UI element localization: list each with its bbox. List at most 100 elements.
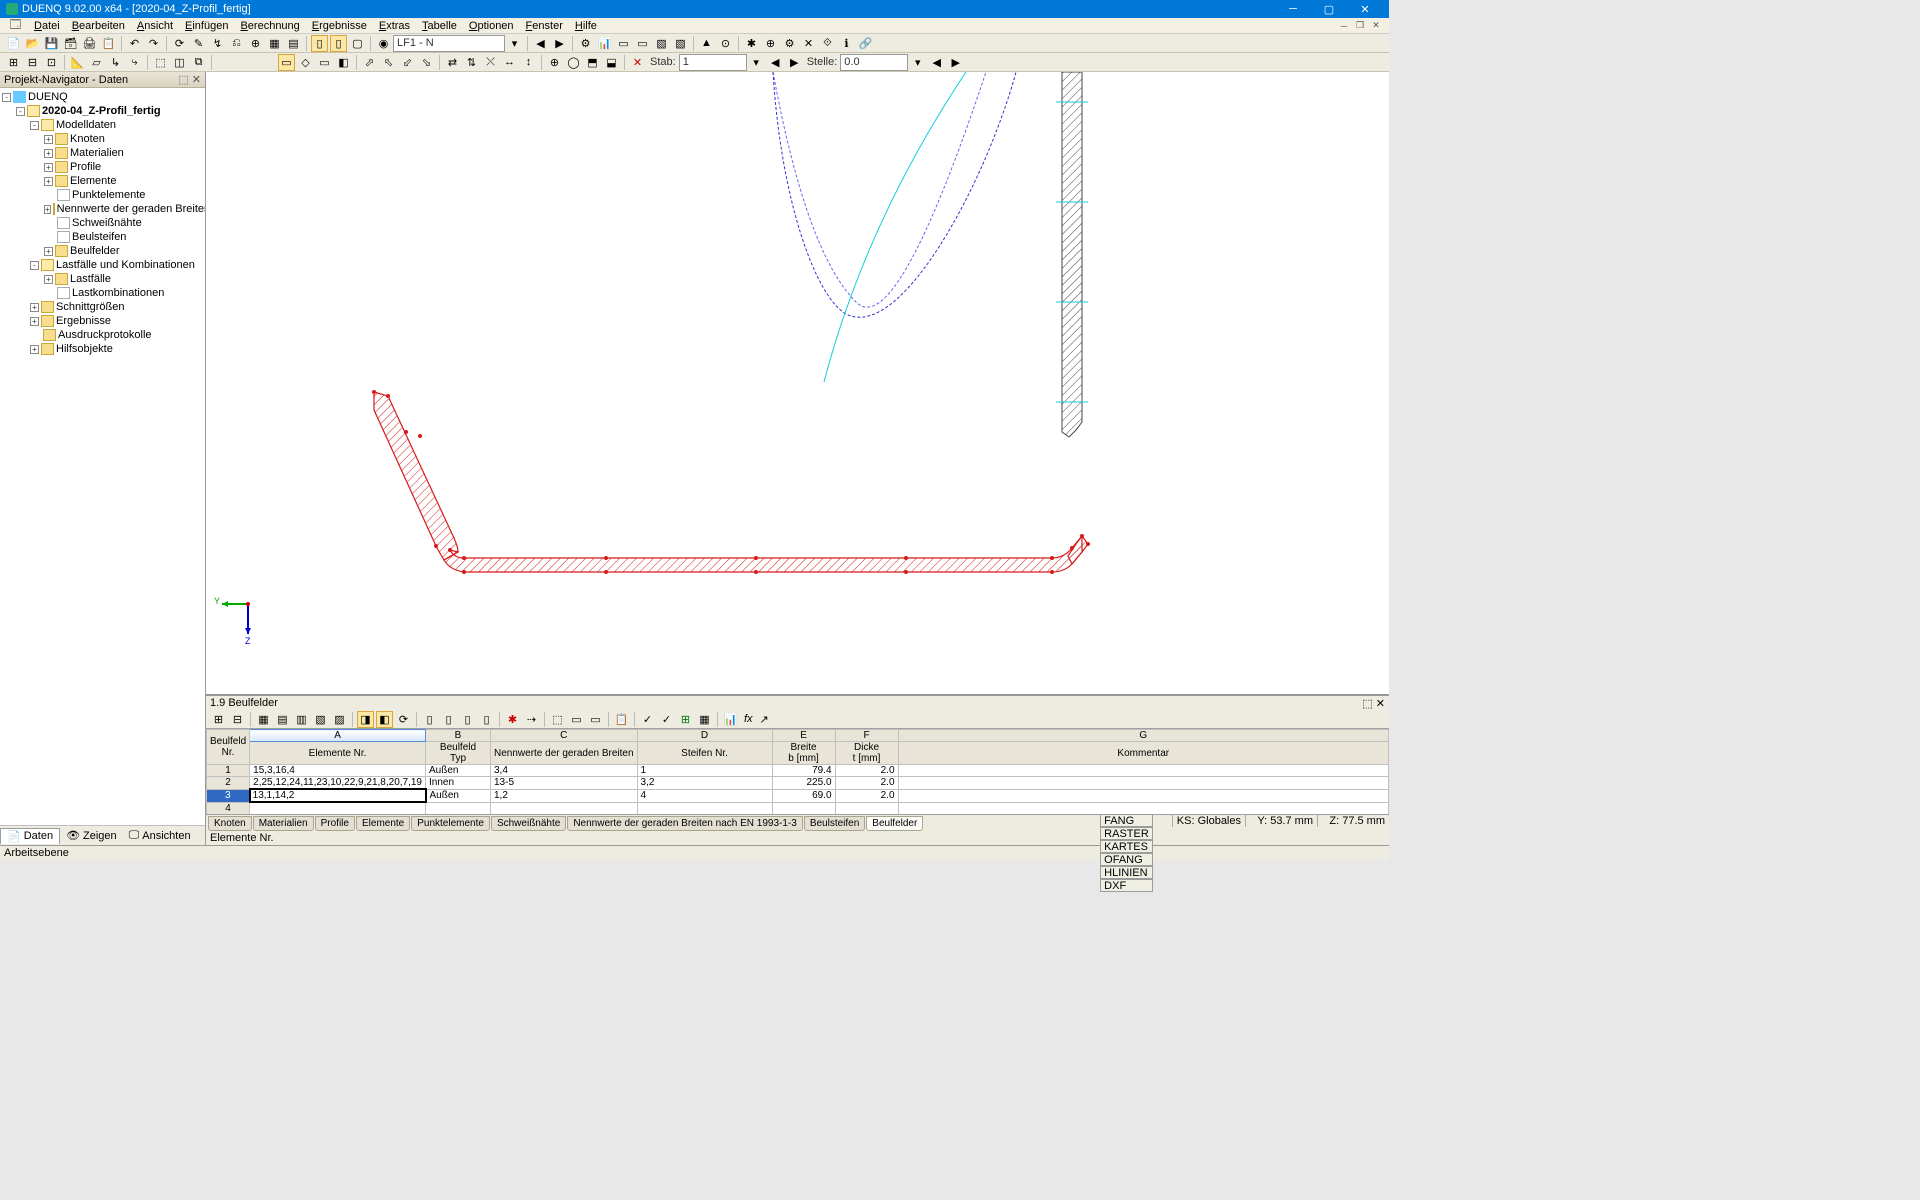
cell[interactable]: 69.0 (772, 789, 835, 802)
grid-toggle-icon[interactable]: ▯ (330, 35, 347, 52)
t7[interactable]: ▤ (285, 35, 302, 52)
s18[interactable]: ⬂ (418, 54, 435, 71)
tree-item[interactable]: Lastfälle und Kombinationen (56, 258, 195, 272)
help-icon[interactable]: ℹ (838, 35, 855, 52)
expand-icon[interactable]: - (30, 261, 39, 270)
s27[interactable]: ⬓ (603, 54, 620, 71)
fx-pick-icon[interactable]: ↗ (756, 711, 773, 728)
bt6[interactable]: ▧ (312, 711, 329, 728)
cell[interactable]: 2.0 (835, 777, 898, 790)
bt13[interactable]: ▯ (459, 711, 476, 728)
table-tab[interactable]: Beulfelder (866, 816, 923, 831)
save-icon[interactable]: 💾 (43, 35, 60, 52)
saveall-icon[interactable]: 🗃 (62, 35, 79, 52)
loadcase-select[interactable] (393, 35, 505, 52)
menu-ansicht[interactable]: Ansicht (131, 19, 179, 33)
cell[interactable]: 2.0 (835, 789, 898, 802)
table-tab[interactable]: Elemente (356, 816, 410, 831)
tree-item[interactable]: Ausdruckprotokolle (58, 328, 152, 342)
bt20[interactable]: 📋 (613, 711, 630, 728)
row-header[interactable]: 1 (207, 765, 250, 777)
cell[interactable]: 4 (637, 789, 772, 802)
cell[interactable] (898, 802, 1388, 814)
nav-tab-zeigen[interactable]: 👁Zeigen (60, 828, 123, 843)
cell[interactable] (491, 802, 638, 814)
cell[interactable] (835, 802, 898, 814)
s14[interactable]: ◧ (335, 54, 352, 71)
s24[interactable]: ⊕ (546, 54, 563, 71)
tree-item[interactable]: Schnittgrößen (56, 300, 124, 314)
cell[interactable]: 3,4 (491, 765, 638, 777)
minimize-button[interactable]: ─ (1275, 0, 1311, 18)
tree-item[interactable]: Ergebnisse (56, 314, 111, 328)
nav-tab-daten[interactable]: 📄Daten (0, 828, 60, 844)
gear-icon[interactable]: ⚙ (781, 35, 798, 52)
status-toggle-fang[interactable]: FANG (1100, 814, 1153, 827)
t6[interactable]: ▦ (266, 35, 283, 52)
menu-berechnung[interactable]: Berechnung (234, 19, 305, 33)
s22[interactable]: ↔ (501, 54, 518, 71)
tree-model[interactable]: 2020-04_Z-Profil_fertig (42, 104, 161, 118)
table-tab[interactable]: Nennwerte der geraden Breiten nach EN 19… (567, 816, 802, 831)
nav-pin-icon[interactable]: ⬚ (178, 74, 188, 86)
s17[interactable]: ⬃ (399, 54, 416, 71)
expand-icon[interactable]: + (44, 205, 51, 214)
tree-item[interactable]: Punktelemente (72, 188, 145, 202)
r7[interactable]: ⊙ (717, 35, 734, 52)
stelle-input[interactable] (840, 54, 908, 71)
status-toggle-ofang[interactable]: OFANG (1100, 853, 1153, 866)
bt1[interactable]: ⊞ (210, 711, 227, 728)
cell[interactable] (637, 802, 772, 814)
s6[interactable]: ↳ (107, 54, 124, 71)
expand-icon[interactable]: + (30, 303, 39, 312)
bt21[interactable]: ✓ (639, 711, 656, 728)
mdi-minimize[interactable]: ─ (1337, 20, 1351, 32)
tree-item[interactable]: Beulsteifen (72, 230, 126, 244)
menu-hilfe[interactable]: Hilfe (569, 19, 603, 33)
s1[interactable]: ⊞ (5, 54, 22, 71)
tree-item[interactable]: Nennwerte der geraden Breiten (57, 202, 205, 216)
t4[interactable]: ⎌ (228, 35, 245, 52)
s26[interactable]: ⬒ (584, 54, 601, 71)
stab-drop-icon[interactable]: ▾ (748, 54, 765, 71)
mdi-close[interactable]: ✕ (1369, 20, 1383, 32)
r8[interactable]: ✱ (743, 35, 760, 52)
s16[interactable]: ⬁ (380, 54, 397, 71)
nav-tab-ansichten[interactable]: 🖵Ansichten (123, 828, 197, 843)
tree-item[interactable]: Lastfälle (70, 272, 111, 286)
bt9[interactable]: ◧ (376, 711, 393, 728)
r10[interactable]: ✕ (800, 35, 817, 52)
new-icon[interactable]: 📄 (5, 35, 22, 52)
data-grid[interactable]: BeulfeldNr.ABCDEFG Elemente Nr.BeulfeldT… (206, 729, 1389, 815)
row-header[interactable]: 2 (207, 777, 250, 790)
maximize-button[interactable]: ▢ (1311, 0, 1347, 18)
table-tab[interactable]: Beulsteifen (804, 816, 865, 831)
bt14[interactable]: ▯ (478, 711, 495, 728)
close-button[interactable]: ✕ (1347, 0, 1383, 18)
cell[interactable] (426, 802, 491, 814)
tree-item[interactable]: Modelldaten (56, 118, 116, 132)
r4[interactable]: ▧ (653, 35, 670, 52)
cell[interactable] (898, 765, 1388, 777)
cell[interactable] (898, 789, 1388, 802)
s9[interactable]: ◫ (171, 54, 188, 71)
bt5[interactable]: ▥ (293, 711, 310, 728)
tree-item[interactable]: Knoten (70, 132, 105, 146)
menu-fenster[interactable]: Fenster (520, 19, 569, 33)
t8[interactable]: ▢ (349, 35, 366, 52)
nav-tree[interactable]: -DUENQ -2020-04_Z-Profil_fertig -Modelld… (0, 88, 205, 825)
tree-root[interactable]: DUENQ (28, 90, 68, 104)
s5[interactable]: ▱ (88, 54, 105, 71)
bt3[interactable]: ▦ (255, 711, 272, 728)
cell[interactable]: 1,2 (491, 789, 638, 802)
cell[interactable]: Außen (426, 765, 491, 777)
excel-icon[interactable]: ⊞ (677, 711, 694, 728)
tree-item[interactable]: Schweißnähte (72, 216, 142, 230)
table-tab[interactable]: Punktelemente (411, 816, 490, 831)
r6[interactable]: ▲ (698, 35, 715, 52)
expand-icon[interactable]: + (44, 275, 53, 284)
mdi-restore[interactable]: ❐ (1353, 20, 1367, 32)
cell[interactable]: 13,1,14,2 (250, 789, 426, 802)
r11[interactable]: ⟐ (819, 35, 836, 52)
cell[interactable] (250, 802, 426, 814)
